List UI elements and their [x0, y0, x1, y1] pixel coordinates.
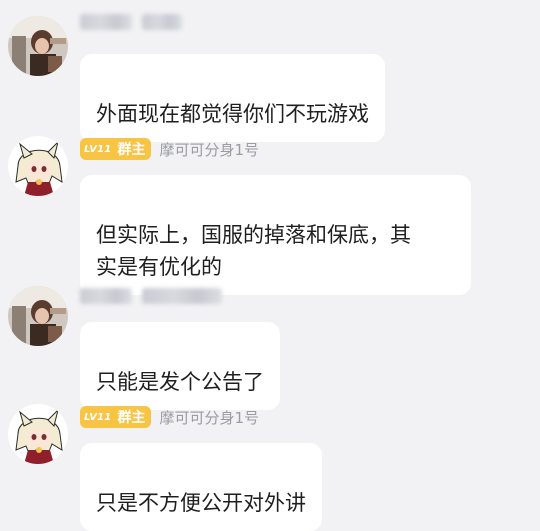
role-label: 群主	[117, 410, 146, 426]
chat-message-list[interactable]: 外面现在都觉得你们不玩游戏 LV11 群主 摩可可分身1号 但实际上，国服的掉落…	[0, 0, 540, 531]
message-bubble[interactable]: 只是不方便公开对外讲	[80, 443, 322, 531]
blurred-nickname	[142, 288, 222, 304]
message-text: 外面现在都觉得你们不玩游戏	[96, 102, 369, 126]
message-bubble[interactable]: 只能是发个公告了	[80, 322, 280, 410]
sender-meta: LV11 群主 摩可可分身1号	[80, 137, 259, 161]
message-text: 但实际上，国服的掉落和保底，其 实是有优化的	[96, 223, 411, 279]
sender-meta	[80, 10, 182, 34]
level-label: LV11	[84, 143, 112, 155]
anime-avatar-icon[interactable]	[8, 136, 68, 196]
message-bubble[interactable]: 但实际上，国服的掉落和保底，其 实是有优化的	[80, 175, 471, 295]
blurred-nickname	[142, 14, 182, 30]
level-badge: LV11 群主	[80, 138, 152, 160]
role-label: 群主	[117, 142, 146, 158]
message-text: 只是不方便公开对外讲	[96, 491, 306, 515]
sender-meta	[80, 284, 222, 308]
sender-meta: LV11 群主 摩可可分身1号	[80, 405, 259, 429]
level-label: LV11	[84, 411, 112, 423]
anime-avatar-icon[interactable]	[8, 404, 68, 464]
avatar-image	[8, 16, 68, 76]
message-text: 只能是发个公告了	[96, 370, 264, 394]
blurred-level-badge	[80, 288, 132, 304]
blurred-level-badge	[80, 14, 132, 30]
level-badge: LV11 群主	[80, 406, 152, 428]
avatar-image	[8, 286, 68, 346]
sender-nickname[interactable]: 摩可可分身1号	[159, 139, 259, 160]
sender-nickname[interactable]: 摩可可分身1号	[159, 407, 259, 428]
avatar-image	[8, 404, 68, 464]
user-avatar-photo-icon[interactable]	[8, 286, 68, 346]
user-avatar-photo-icon[interactable]	[8, 16, 68, 76]
avatar-image	[8, 136, 68, 196]
message-bubble[interactable]: 外面现在都觉得你们不玩游戏	[80, 54, 385, 142]
